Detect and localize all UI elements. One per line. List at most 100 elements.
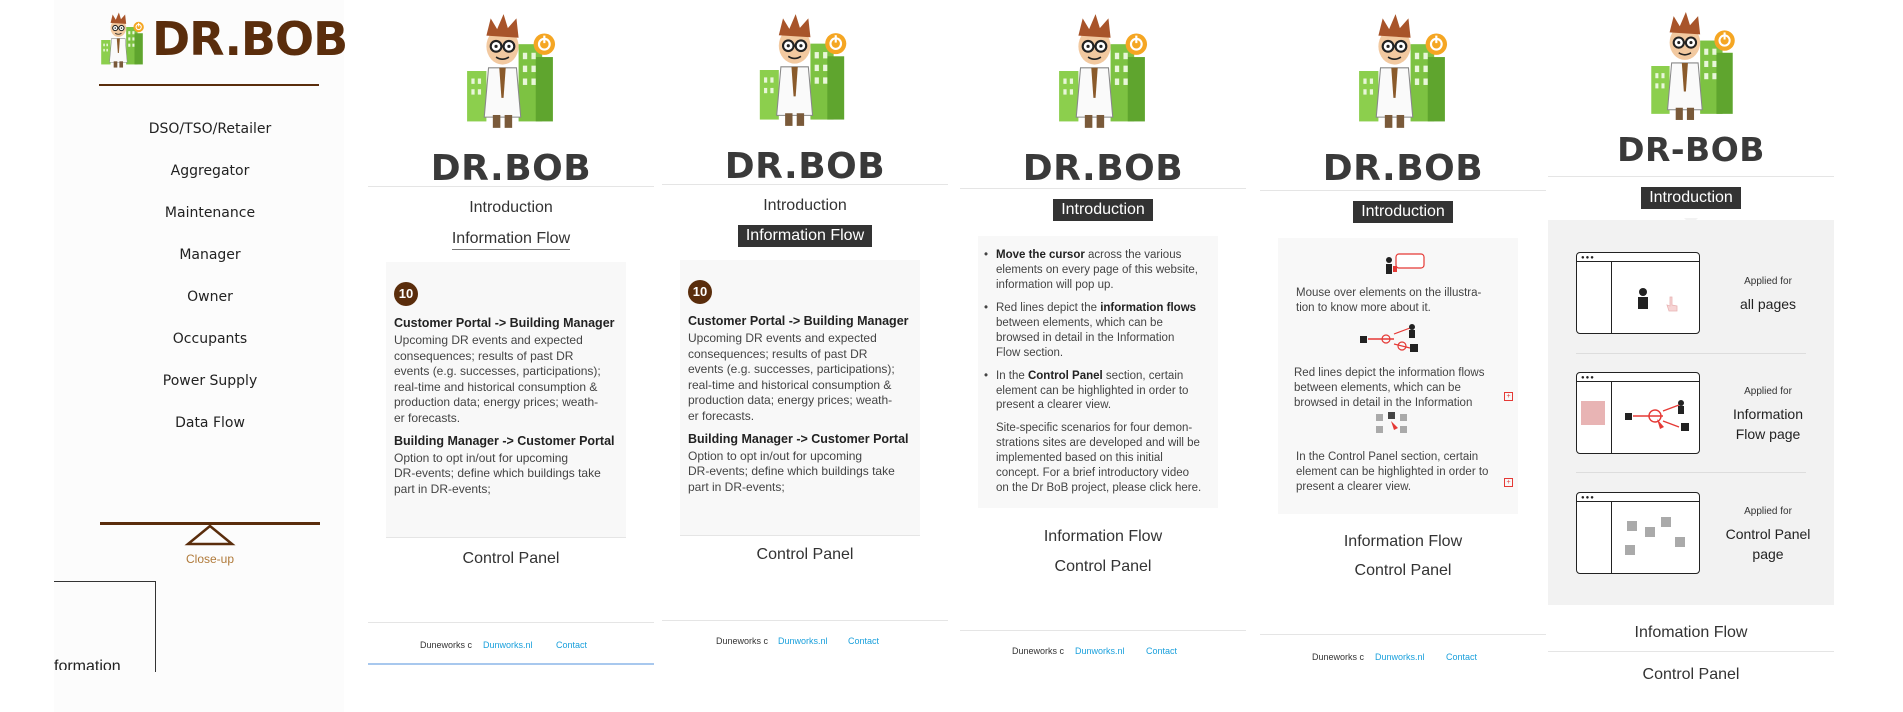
flow-body-1c: events (e.g. successes, participations); — [394, 364, 601, 379]
applied-label: Applied for — [1744, 386, 1792, 397]
sidebar-item-dso-tso-retailer[interactable]: DSO/TSO/Retailer — [100, 121, 320, 137]
intro-paragraph-4: Site-specific scenarios for four demon- … — [996, 422, 1202, 495]
control-panel-icon — [1376, 412, 1407, 433]
flow-body-1e: production data; energy prices; weath- — [688, 393, 893, 408]
person-popup-icon — [1386, 253, 1425, 274]
intro-panel: Move the cursor across the various eleme… — [978, 236, 1218, 508]
nav-information-flow[interactable]: Information Flow — [960, 528, 1246, 546]
footer-site-link[interactable]: Dunworks.nl — [778, 636, 828, 646]
applied-panel: ●●● Applied for all pages ●●● Applied fo… — [1548, 220, 1834, 605]
separator — [662, 620, 948, 621]
nav-control-panel[interactable]: Control Panel — [1548, 666, 1834, 684]
closeup-label[interactable]: Close-up — [160, 552, 260, 566]
nav-introduction[interactable]: Introduction — [662, 197, 948, 215]
flow-body-1d: real-time and historical consumption & — [394, 379, 598, 394]
nav-introduction-active[interactable]: Introduction — [1548, 187, 1834, 209]
footer-contact-link[interactable]: Contact — [1146, 646, 1177, 656]
all-pages-preview[interactable]: ●●● — [1576, 252, 1700, 334]
flow-body-1f: er forecasts. — [688, 408, 755, 423]
expand-plus-icon[interactable]: + — [1504, 392, 1513, 401]
separator — [1548, 651, 1834, 652]
applied-control-panel: Control Panel — [1725, 526, 1811, 542]
separator — [960, 630, 1246, 631]
separator — [368, 622, 654, 623]
footer-site-link[interactable]: Dunworks.nl — [1075, 646, 1125, 656]
footer-company: Duneworks c — [716, 636, 769, 646]
sidebar-block — [1581, 401, 1605, 425]
footer-contact-link[interactable]: Contact — [848, 636, 879, 646]
footer-contact-link[interactable]: Contact — [556, 640, 587, 650]
control-panel-preview[interactable]: ●●● — [1576, 492, 1700, 574]
sidebar-item-manager[interactable]: Manager — [100, 247, 320, 263]
nav-infomation-flow[interactable]: Infomation Flow — [1548, 624, 1834, 642]
mascot-logo — [1640, 10, 1744, 122]
person-icon — [1638, 288, 1648, 309]
applied-information: Information — [1732, 406, 1804, 422]
nav-information-flow-label: Information Flow — [451, 230, 571, 250]
nav-introduction-active[interactable]: Introduction — [1260, 201, 1546, 223]
nav-introduction-label: Introduction — [1641, 187, 1741, 209]
brand-title: DR.BOB — [430, 148, 592, 189]
nav-information-flow[interactable]: Information Flow — [368, 230, 654, 250]
intro-bullet-1: Move the cursor across the various eleme… — [984, 248, 1214, 293]
footer-bottom-line — [368, 663, 654, 665]
nav-information-flow[interactable]: Information Flow — [1260, 533, 1546, 551]
mobile-view-4: DR.BOB Introduction Mouse over elements … — [1260, 0, 1546, 712]
sidebar-item-owner[interactable]: Owner — [100, 289, 320, 305]
information-flow-preview[interactable]: ●●● — [1576, 372, 1700, 454]
flow-heading-1: Customer Portal -> Building Manager — [394, 316, 615, 330]
nav-control-panel[interactable]: Control Panel — [1260, 562, 1546, 580]
separator — [1260, 190, 1546, 191]
icon-text-3: In the Control Panel section, certain ele… — [1296, 451, 1489, 493]
separator — [386, 537, 626, 538]
closeup-triangle-icon[interactable] — [184, 524, 236, 546]
expand-plus-icon[interactable]: + — [1504, 478, 1513, 487]
brand-title: DR.BOB — [724, 146, 886, 187]
mobile-view-3: DR.BOB Introduction Move the cursor acro… — [960, 0, 1246, 712]
applied-label: Applied for — [1744, 506, 1792, 517]
mascot-logo — [1048, 12, 1156, 130]
step-badge[interactable]: 10 — [394, 282, 418, 306]
nav-information-flow-label: Information Flow — [737, 225, 873, 247]
sidebar-item-aggregator[interactable]: Aggregator — [100, 163, 320, 179]
nav-control-panel[interactable]: Control Panel — [368, 550, 654, 568]
footer-site-link[interactable]: Dunworks.nl — [483, 640, 533, 650]
separator — [662, 184, 948, 185]
nav-control-panel[interactable]: Control Panel — [960, 558, 1246, 576]
flow-heading-1: Customer Portal -> Building Manager — [688, 314, 909, 328]
nav-introduction[interactable]: Introduction — [368, 199, 654, 217]
flow-body-2b: DR-events; define which buildings take — [394, 466, 601, 481]
nav-information-flow-active[interactable]: Information Flow — [662, 225, 948, 247]
separator — [1576, 472, 1806, 473]
separator — [1548, 176, 1834, 177]
applied-label: Applied for — [1744, 276, 1792, 287]
separator — [1260, 634, 1546, 635]
nav-introduction-label: Introduction — [1353, 201, 1453, 223]
separator — [1576, 353, 1806, 354]
icon-text-1: Mouse over elements on the illustra-tion… — [1296, 287, 1482, 314]
flow-body-2c: part in DR-events; — [394, 481, 491, 496]
sidebar-item-occupants[interactable]: Occupants — [100, 331, 320, 347]
footer-site-link[interactable]: Dunworks.nl — [1375, 652, 1425, 662]
sidebar-item-data-flow[interactable]: Data Flow — [100, 415, 320, 431]
nav-control-panel[interactable]: Control Panel — [662, 546, 948, 564]
blocks-icon — [1625, 517, 1685, 555]
sidebar-item-power-supply[interactable]: Power Supply — [100, 373, 320, 389]
sidebar-item-maintenance[interactable]: Maintenance — [100, 205, 320, 221]
brand-title: DR.BOB — [1322, 148, 1484, 189]
cropped-frame-text: formation — [54, 658, 121, 670]
flow-body-2c: part in DR-events; — [688, 479, 785, 494]
flow-panel: 10 Customer Portal -> Building Manager U… — [386, 262, 626, 537]
icon-intro-panel: Mouse over elements on the illustra-tion… — [1278, 238, 1518, 514]
mascot-logo — [748, 12, 856, 128]
sidebar-brand: DR.BOB — [152, 12, 348, 66]
intro-bullet-3: In the Control Panel section, certain el… — [984, 369, 1214, 414]
footer-company: Duneworks c — [420, 640, 473, 650]
footer-company: Duneworks c — [1312, 652, 1365, 662]
footer-contact-link[interactable]: Contact — [1446, 652, 1477, 662]
step-badge[interactable]: 10 — [688, 280, 712, 304]
icon-text-2: Red lines depict the information flows be… — [1294, 367, 1485, 409]
flow-body-2a: Option to opt in/out for upcoming — [394, 450, 569, 465]
separator — [680, 535, 920, 536]
nav-introduction-active[interactable]: Introduction — [960, 199, 1246, 221]
